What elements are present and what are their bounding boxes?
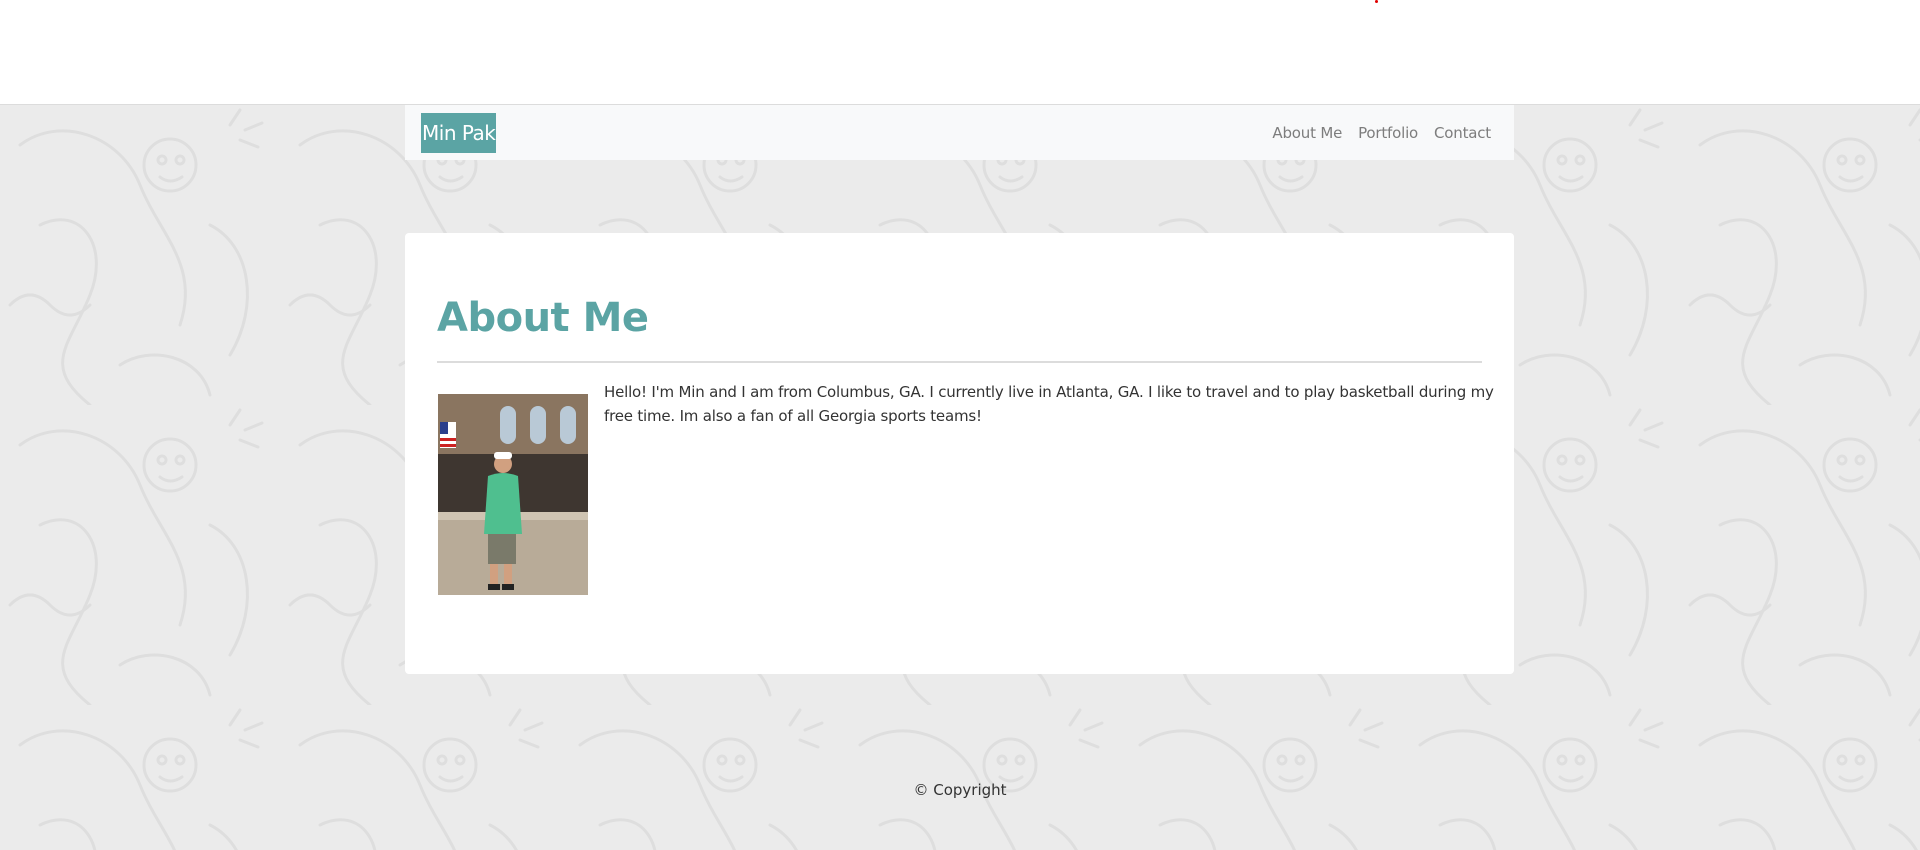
page-title: About Me xyxy=(437,295,649,341)
brand-logo-link[interactable]: Min Pak xyxy=(421,113,497,153)
nav-link-portfolio[interactable]: Portfolio xyxy=(1358,124,1418,142)
profile-photo xyxy=(438,394,588,595)
about-paragraph: Hello! I'm Min and I am from Columbus, G… xyxy=(604,383,1494,425)
nav-link-about-me[interactable]: About Me xyxy=(1272,124,1342,142)
red-dot-marker xyxy=(1375,0,1378,3)
nav-link-contact[interactable]: Contact xyxy=(1434,124,1491,142)
profile-photo-illustration xyxy=(438,394,588,595)
nav-links: About Me Portfolio Contact xyxy=(1272,105,1491,160)
footer-copyright: © Copyright xyxy=(913,781,1007,799)
navbar: Min Pak About Me Portfolio Contact xyxy=(405,105,1514,160)
about-card: About Me Hello! I'm Min and I am from Co… xyxy=(405,233,1514,674)
title-divider xyxy=(437,361,1482,363)
top-blank-area xyxy=(0,0,1920,105)
